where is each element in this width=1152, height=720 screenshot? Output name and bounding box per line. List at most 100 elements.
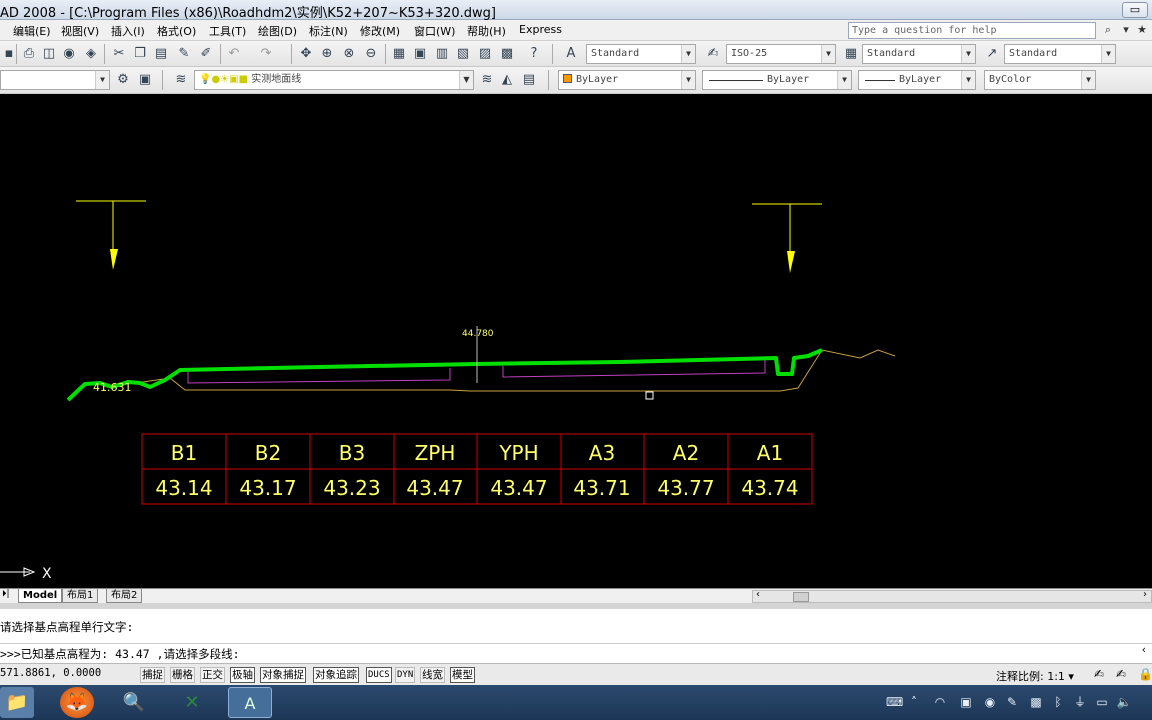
zoom-previous-icon[interactable]: ⊖: [362, 45, 380, 63]
design-center-icon[interactable]: ▣: [411, 45, 429, 63]
command-scroll-icon[interactable]: ‹: [1142, 643, 1146, 656]
command-prompt-line[interactable]: >>>已知基点高程为: 43.47 ,请选择多段线:: [0, 643, 1152, 662]
menu-format[interactable]: 格式(O): [157, 23, 196, 39]
scroll-left-icon[interactable]: ‹: [756, 589, 760, 600]
search-app-icon[interactable]: 🔍: [112, 687, 156, 718]
app-tray-icon[interactable]: ▩: [1028, 694, 1044, 710]
zoom-realtime-icon[interactable]: ⊕: [318, 45, 336, 63]
model-toggle[interactable]: 模型: [450, 667, 475, 683]
bluetooth-icon[interactable]: ᛒ: [1050, 694, 1066, 710]
osnap-toggle[interactable]: 对象捕捉: [260, 667, 306, 683]
usb-icon[interactable]: ⏚: [1072, 694, 1088, 710]
workspace-select[interactable]: ▼: [0, 70, 110, 90]
firefox-icon[interactable]: 🦊: [60, 687, 94, 718]
network-icon[interactable]: ▣: [958, 694, 974, 710]
favorites-icon[interactable]: ★: [1133, 22, 1151, 39]
layer-properties-icon[interactable]: ≋: [172, 71, 190, 89]
chevron-down-icon[interactable]: ▼: [837, 71, 851, 89]
tray-expand-icon[interactable]: ˄: [906, 694, 922, 710]
zoom-window-icon[interactable]: ⊗: [340, 45, 358, 63]
lock-icon[interactable]: 🔒: [1138, 667, 1152, 681]
dim-style-icon[interactable]: ✍: [704, 45, 722, 63]
chevron-down-icon[interactable]: ▼: [681, 71, 695, 89]
tab-model[interactable]: Model: [18, 589, 63, 603]
color-select[interactable]: ByLayer ▼: [558, 70, 696, 90]
3d-dwf-icon[interactable]: ◈: [82, 45, 100, 63]
app-tray-icon[interactable]: ✎: [1004, 694, 1020, 710]
redo-icon[interactable]: ↷: [257, 45, 275, 63]
text-style-select[interactable]: Standard ▼: [586, 44, 696, 64]
search-icon[interactable]: ⌕: [1099, 22, 1117, 39]
menu-view[interactable]: 视图(V): [61, 23, 99, 39]
scroll-thumb[interactable]: [793, 592, 809, 602]
plotstyle-select[interactable]: ByColor ▼: [984, 70, 1096, 90]
menu-help[interactable]: 帮助(H): [467, 23, 506, 39]
auto-scale-icon[interactable]: ✍: [1116, 667, 1126, 681]
otrack-toggle[interactable]: 对象追踪: [313, 667, 359, 683]
annotation-visibility-icon[interactable]: ✍: [1094, 667, 1104, 681]
annotation-scale[interactable]: 注释比例: 1:1 ▾: [996, 668, 1074, 684]
multileader-style-select[interactable]: Standard ▼: [1004, 44, 1116, 64]
menu-tools[interactable]: 工具(T): [209, 23, 246, 39]
explorer-icon[interactable]: 📁: [0, 687, 34, 718]
chevron-down-icon[interactable]: ▼: [681, 45, 695, 63]
table-style-icon[interactable]: ▦: [842, 45, 860, 63]
pan-icon[interactable]: ✥: [297, 45, 315, 63]
layer-select[interactable]: 💡●☀▣■ 实测地面线 ▼: [194, 70, 474, 90]
tab-layout2[interactable]: 布局2: [106, 589, 143, 603]
lineweight-toggle[interactable]: 线宽: [420, 667, 445, 683]
menu-express[interactable]: Express: [519, 23, 562, 36]
my-workspace-icon[interactable]: ▣: [136, 71, 154, 89]
ortho-toggle[interactable]: 正交: [200, 667, 225, 683]
sheet-set-icon[interactable]: ▧: [454, 45, 472, 63]
dyn-toggle[interactable]: DYN: [395, 667, 416, 683]
chevron-down-icon[interactable]: ▼: [1101, 45, 1115, 63]
keyboard-icon[interactable]: ⌨: [886, 694, 903, 710]
lineweight-select[interactable]: ByLayer ▼: [858, 70, 976, 90]
markup-icon[interactable]: ▨: [476, 45, 494, 63]
chevron-down-icon[interactable]: ▼: [459, 71, 473, 89]
make-current-layer-icon[interactable]: ≋: [478, 71, 496, 89]
tool-palettes-icon[interactable]: ▥: [433, 45, 451, 63]
layer-previous-icon[interactable]: ◭: [498, 71, 516, 89]
wifi-icon[interactable]: ◠: [932, 694, 948, 710]
help-icon[interactable]: ?: [525, 45, 543, 63]
layer-states-icon[interactable]: ▤: [520, 71, 538, 89]
tab-layout1[interactable]: 布局1: [62, 589, 99, 603]
chevron-down-icon[interactable]: ▼: [821, 45, 835, 63]
linetype-select[interactable]: ByLayer ▼: [702, 70, 852, 90]
polar-toggle[interactable]: 极轴: [230, 667, 255, 683]
restore-window-button[interactable]: ▭: [1122, 2, 1148, 18]
tab-nav-arrows-icon[interactable]: ⏵|: [2, 589, 10, 599]
drawing-canvas[interactable]: 44.780 41.631 X B1 B2 B3 ZPH YPH A3 A2 A…: [0, 94, 1152, 588]
undo-icon[interactable]: ↶: [225, 45, 243, 63]
grid-toggle[interactable]: 栅格: [170, 667, 195, 683]
table-style-select[interactable]: Standard ▼: [862, 44, 976, 64]
menu-dimension[interactable]: 标注(N): [309, 23, 348, 39]
publish-icon[interactable]: ◉: [60, 45, 78, 63]
text-style-icon[interactable]: A: [562, 45, 580, 63]
ducs-toggle[interactable]: DUCS: [366, 667, 392, 683]
scroll-right-icon[interactable]: ›: [1143, 589, 1147, 600]
calculator-icon[interactable]: ▩: [498, 45, 516, 63]
menu-insert[interactable]: 插入(I): [111, 23, 145, 39]
command-window[interactable]: 请选择基点高程单行文字: >>>已知基点高程为: 43.47 ,请选择多段线: …: [0, 603, 1152, 663]
horizontal-scrollbar[interactable]: ‹ ›: [752, 589, 1152, 603]
chevron-down-icon[interactable]: ▼: [95, 71, 109, 89]
menu-draw[interactable]: 绘图(D): [258, 23, 297, 39]
workspace-settings-icon[interactable]: ⚙: [114, 71, 132, 89]
paste-icon[interactable]: ▤: [152, 45, 170, 63]
chevron-down-icon[interactable]: ▼: [961, 71, 975, 89]
menu-edit[interactable]: 编辑(E): [13, 23, 51, 39]
chevron-down-icon[interactable]: ▼: [961, 45, 975, 63]
block-editor-icon[interactable]: ✐: [197, 45, 215, 63]
autocad-icon[interactable]: A: [228, 687, 272, 718]
print-icon[interactable]: ⎙: [20, 45, 38, 63]
volume-icon[interactable]: 🔈: [1116, 694, 1132, 710]
app-tray-icon[interactable]: ◉: [982, 694, 998, 710]
properties-icon[interactable]: ▦: [390, 45, 408, 63]
dim-style-select[interactable]: ISO-25 ▼: [726, 44, 836, 64]
excel-icon[interactable]: ✕: [170, 687, 214, 718]
copy-icon[interactable]: ❐: [131, 45, 149, 63]
display-icon[interactable]: ▭: [1094, 694, 1110, 710]
